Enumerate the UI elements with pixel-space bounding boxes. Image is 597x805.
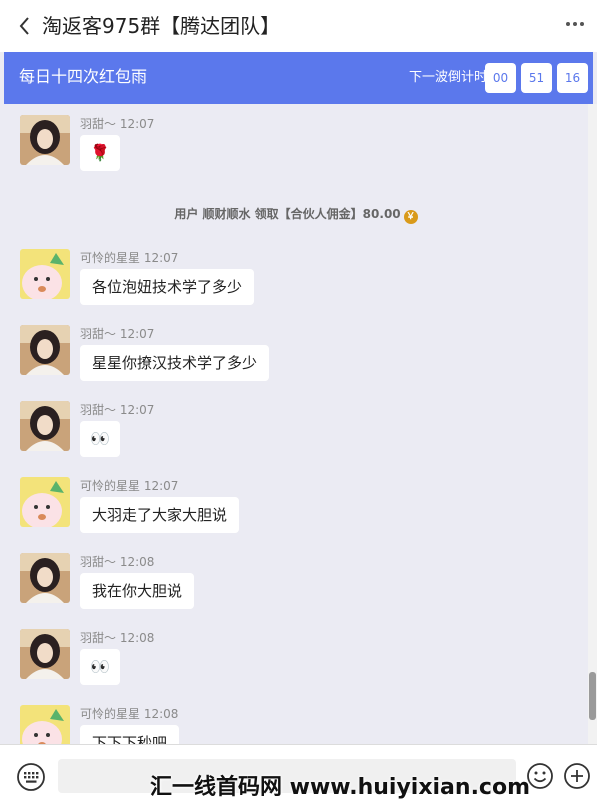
countdown-seconds: 16 [557,63,588,93]
more-horizontal-icon[interactable] [561,10,589,38]
message-time: 12:07 [143,251,179,265]
message-bubble[interactable]: 下下下秒吧 [80,725,180,744]
girl-photo-avatar[interactable] [20,629,70,679]
chat-scrollbar[interactable] [588,104,597,744]
cartoon-avatar[interactable] [20,477,70,527]
girl-photo-avatar[interactable] [20,401,70,451]
system-notice: 用户 顺财顺水 领取【合伙人佣金】80.00 ￥ [4,206,588,224]
message-time: 12:07 [119,117,155,131]
chat-message-list[interactable]: 羽甜～ 12:07 🌹 用户 顺财顺水 领取【合伙人佣金】80.00 ￥ 可怜的星… [4,104,588,744]
emoji-icon[interactable] [526,762,554,790]
message-time: 12:08 [119,555,155,569]
sender-name: 羽甜～ [80,327,117,341]
countdown-label: 下一波倒计时 [409,70,488,85]
cartoon-avatar[interactable] [20,249,70,299]
watermark-text: 汇一线首码网 www.huiyixian.com [150,775,531,800]
sender-name: 羽甜～ [80,403,117,417]
message-time: 12:08 [119,631,155,645]
girl-photo-avatar[interactable] [20,553,70,603]
sender-name: 羽甜～ [80,555,117,569]
cartoon-avatar[interactable] [20,705,70,744]
chevron-left-icon[interactable] [14,12,36,40]
sender-name: 可怜的星星 [80,479,141,493]
message-meta: 羽甜～ 12:07 [80,116,154,132]
system-notice-text: 用户 顺财顺水 领取【合伙人佣金】80.00 [174,207,401,221]
scrollbar-thumb[interactable] [589,672,596,720]
message-bubble[interactable]: 👀 [80,421,120,457]
message-meta: 可怜的星星 12:07 [80,250,178,266]
countdown-minutes: 51 [521,63,552,93]
message-bubble[interactable]: 各位泡妞技术学了多少 [80,269,255,305]
plus-icon[interactable] [563,762,591,790]
message-bubble[interactable]: 星星你撩汉技术学了多少 [80,345,270,381]
message-bubble[interactable]: 大羽走了大家大胆说 [80,497,240,533]
girl-photo-avatar[interactable] [20,115,70,165]
keyboard-icon[interactable] [16,762,46,792]
sender-name: 羽甜～ [80,631,117,645]
message-meta: 可怜的星星 12:07 [80,478,178,494]
message-time: 12:07 [143,479,179,493]
message-time: 12:07 [119,327,155,341]
message-meta: 羽甜～ 12:08 [80,630,154,646]
coin-icon: ￥ [403,210,418,224]
title-bar: 淘返客975群【腾达团队】 [0,0,597,52]
message-bubble[interactable]: 我在你大胆说 [80,573,195,609]
sender-name: 可怜的星星 [80,251,141,265]
message-time: 12:08 [143,707,179,721]
red-packet-banner[interactable]: 每日十四次红包雨 下一波倒计时 00 51 16 [4,52,593,104]
message-meta: 羽甜～ 12:07 [80,326,154,342]
sender-name: 羽甜～ [80,117,117,131]
sender-name: 可怜的星星 [80,707,141,721]
message-time: 12:07 [119,403,155,417]
countdown-hours: 00 [485,63,516,93]
banner-title: 每日十四次红包雨 [19,67,148,86]
message-meta: 可怜的星星 12:08 [80,706,178,722]
chat-title: 淘返客975群【腾达团队】 [42,14,281,38]
message-meta: 羽甜～ 12:08 [80,554,154,570]
message-bubble[interactable]: 🌹 [80,135,120,171]
girl-photo-avatar[interactable] [20,325,70,375]
message-meta: 羽甜～ 12:07 [80,402,154,418]
message-bubble[interactable]: 👀 [80,649,120,685]
